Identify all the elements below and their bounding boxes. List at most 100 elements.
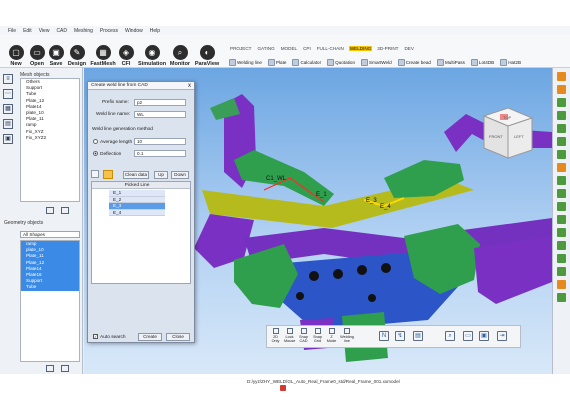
open-file-icon[interactable]: ▭ — [463, 331, 473, 341]
2d-only-icon — [272, 328, 279, 334]
green-view-icon[interactable] — [557, 254, 566, 263]
save-file-icon[interactable]: ▣ — [479, 331, 489, 341]
deflection-radio[interactable]: Deflection — [93, 151, 121, 157]
deflection-input[interactable]: 0.1 — [134, 150, 186, 157]
2d-only-toggle[interactable]: 2D Only — [270, 328, 281, 343]
pick-line-icon[interactable] — [103, 170, 113, 179]
edit-geometry-icon[interactable] — [46, 365, 54, 372]
draw-line-icon[interactable]: N — [379, 331, 389, 341]
monitor-button[interactable]: ⌕ Monitor — [170, 45, 190, 67]
dialog-title-bar[interactable]: Create weld line from CAD x — [88, 82, 194, 90]
green-view-icon[interactable] — [557, 267, 566, 276]
grid-icon[interactable]: ▦ — [3, 104, 13, 114]
lock-mouse-toggle[interactable]: Lock Mouse — [284, 328, 295, 343]
edit-line-icon[interactable]: ↯ — [395, 331, 405, 341]
geometry-objects-list[interactable]: ramp plate_10 Plate_11 Plate_12 Plate14 … — [20, 240, 80, 362]
create-bead-button[interactable]: Create bead — [397, 59, 431, 66]
orange-view-icon[interactable] — [557, 72, 566, 81]
green-view-icon[interactable] — [557, 98, 566, 107]
green-view-icon[interactable] — [557, 176, 566, 185]
z-mode-toggle[interactable]: Z Mode — [326, 328, 337, 343]
node-icon[interactable]: ⋯ — [3, 89, 13, 99]
snap-grid-toggle[interactable]: Snap Grid — [312, 328, 323, 343]
add-icon[interactable] — [557, 280, 566, 289]
viewcube-left[interactable]: LEFT — [514, 134, 524, 139]
picked-line-grid[interactable]: Picked Line E_1 E_2 E_3 E_4 — [91, 181, 191, 284]
menu-help[interactable]: Help — [150, 28, 160, 34]
tab-dev[interactable]: DEV — [403, 46, 414, 51]
viewcube-front[interactable]: FRONT — [489, 134, 503, 139]
close-button[interactable]: Close — [166, 333, 190, 341]
hat2b-button[interactable]: Hat2B — [500, 59, 521, 66]
menu-view[interactable]: View — [39, 28, 50, 34]
design-button[interactable]: ✎ Design — [67, 45, 87, 67]
add-object-icon[interactable] — [61, 207, 69, 214]
green-view-icon[interactable] — [557, 137, 566, 146]
smartweld-button[interactable]: SmartWeld — [361, 59, 392, 66]
green-view-icon[interactable] — [557, 228, 566, 237]
table-row[interactable]: E_4 — [109, 209, 165, 216]
welding-line-button[interactable]: Welding line — [229, 59, 262, 66]
welding-line-toggle[interactable]: Welding line — [340, 328, 354, 343]
orange-select-icon[interactable] — [557, 85, 566, 94]
tab-project[interactable]: PROJECT — [229, 46, 252, 51]
view-cube[interactable]: FRONT LEFT TOP — [482, 107, 534, 159]
green-view-icon[interactable] — [557, 150, 566, 159]
cube-icon[interactable]: ▣ — [3, 134, 13, 144]
green-view-icon[interactable] — [557, 241, 566, 250]
plate-button[interactable]: Plate — [267, 59, 286, 66]
monitor-icon: ⌕ — [172, 45, 188, 60]
green-view-icon[interactable] — [557, 215, 566, 224]
calculator-button[interactable]: Calculator — [292, 59, 321, 66]
table-icon[interactable]: ▤ — [3, 119, 13, 129]
tab-3d-print[interactable]: 3D-PRINT — [376, 46, 399, 51]
clean-data-button[interactable]: Clean data — [123, 171, 149, 179]
shape-filter-select[interactable]: All Shapes — [20, 231, 80, 238]
green-view-icon[interactable] — [557, 111, 566, 120]
multipass-button[interactable]: MultiPass — [436, 59, 465, 66]
pick-edge-icon[interactable] — [91, 170, 99, 178]
simulation-button[interactable]: ◉ Simulation — [138, 45, 166, 67]
tab-cpi[interactable]: CPI — [302, 46, 312, 51]
menu-cad[interactable]: CAD — [56, 28, 67, 34]
mesh-objects-list[interactable]: Others Support Tube Plate_12 Plate14 pla… — [20, 78, 80, 202]
list-item[interactable]: Tube — [21, 284, 79, 291]
snap-cad-toggle[interactable]: Snap CAD — [298, 328, 309, 343]
dialog-close-icon[interactable]: x — [188, 82, 191, 90]
tab-gating[interactable]: GATING — [256, 46, 275, 51]
down-button[interactable]: Down — [171, 171, 189, 179]
quotation-button[interactable]: Quotation — [327, 59, 355, 66]
menu-file[interactable]: File — [8, 28, 16, 34]
menu-meshing[interactable]: Meshing — [74, 28, 93, 34]
weld-table-icon[interactable]: ▤ — [413, 331, 423, 341]
move-geometry-icon[interactable] — [61, 365, 69, 372]
weld-name-input[interactable]: WL — [134, 111, 186, 118]
green-view-icon[interactable] — [557, 124, 566, 133]
prefix-input[interactable]: p2 — [134, 99, 186, 106]
tab-model[interactable]: MODEL — [280, 46, 298, 51]
cfi-button[interactable]: ◈ CFI — [116, 45, 136, 67]
create-button[interactable]: Create — [138, 333, 162, 341]
fastmesh-button[interactable]: ▦ FastMesh — [90, 45, 116, 67]
list-item[interactable]: Fix_XYZ2 — [21, 135, 79, 141]
green-view-icon[interactable] — [557, 189, 566, 198]
lot4db-button[interactable]: Lot4DB — [470, 59, 494, 66]
paraview-button[interactable]: ◐ ParaView — [195, 45, 219, 67]
orange-mode-icon[interactable] — [557, 163, 566, 172]
search-weld-icon[interactable]: ⌕ — [445, 331, 455, 341]
average-length-input[interactable]: 10 — [134, 138, 186, 145]
tab-full-chain[interactable]: FULL-CHAIN — [316, 46, 345, 51]
exit-icon[interactable]: ⇥ — [497, 331, 507, 341]
green-view-icon[interactable] — [557, 202, 566, 211]
menu-process[interactable]: Process — [100, 28, 118, 34]
average-length-radio[interactable]: Average length — [93, 139, 132, 145]
menu-edit[interactable]: Edit — [23, 28, 32, 34]
menu-window[interactable]: Window — [125, 28, 143, 34]
auto-search-checkbox[interactable]: ✓ Auto search — [93, 334, 126, 340]
viewcube-top[interactable]: TOP — [503, 115, 511, 120]
tree-icon[interactable]: ≡ — [3, 74, 13, 84]
up-button[interactable]: Up — [154, 171, 168, 179]
edit-icon[interactable] — [46, 207, 54, 214]
tab-welding[interactable]: WELDING — [348, 46, 373, 51]
download-icon[interactable] — [557, 293, 566, 302]
